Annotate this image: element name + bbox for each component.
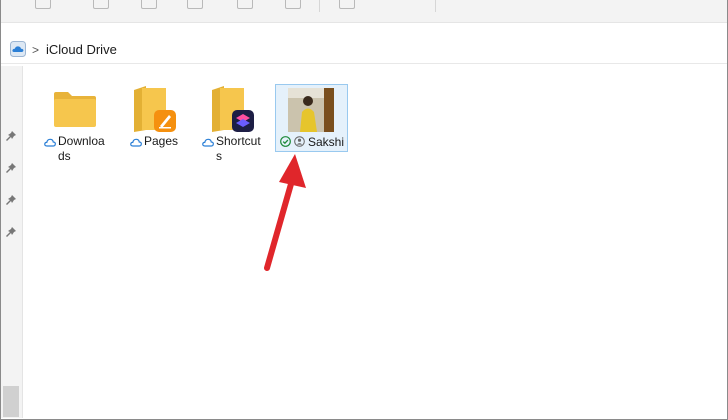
- icloud-icon: [10, 41, 26, 57]
- item-label: Shortcut: [216, 134, 261, 148]
- new-icon[interactable]: [35, 0, 51, 9]
- command-bar: [1, 0, 727, 23]
- item-label-wrap: s: [216, 149, 222, 163]
- toolbar-separator: [319, 0, 320, 12]
- folder-item-downloads[interactable]: Downloa ds: [44, 86, 110, 166]
- pin-icon[interactable]: [5, 226, 17, 238]
- folder-item-pages[interactable]: Pages: [128, 86, 188, 156]
- item-label-wrap: ds: [58, 149, 71, 163]
- folder-icon: [54, 92, 96, 127]
- sort-icon[interactable]: [339, 0, 355, 9]
- pin-icon[interactable]: [5, 130, 17, 142]
- annotation-arrow: [264, 154, 306, 271]
- shared-person-icon: [294, 136, 305, 147]
- pin-icon[interactable]: [5, 162, 17, 174]
- item-label: Pages: [144, 134, 179, 148]
- copy-icon[interactable]: [141, 0, 157, 9]
- breadcrumb-chevron[interactable]: >: [32, 43, 39, 57]
- cloud-icon: [130, 138, 142, 147]
- share-icon[interactable]: [285, 0, 301, 9]
- shortcuts-app-icon: [232, 110, 254, 132]
- breadcrumb-location[interactable]: iCloud Drive: [46, 42, 117, 57]
- scrollbar-thumb[interactable]: [3, 386, 19, 417]
- cut-icon[interactable]: [93, 0, 109, 9]
- toolbar-separator: [435, 0, 436, 12]
- item-label: Sakshi: [308, 135, 345, 149]
- navigation-pane: [1, 66, 23, 418]
- paste-icon[interactable]: [187, 0, 203, 9]
- image-item-sakshi[interactable]: Sakshi: [276, 86, 348, 150]
- pages-app-icon: [154, 110, 176, 132]
- image-thumbnail: [288, 88, 334, 132]
- synced-check-icon: [280, 136, 291, 147]
- rename-icon[interactable]: [237, 0, 253, 9]
- cloud-icon: [44, 138, 56, 147]
- item-label: Downloa: [58, 134, 105, 148]
- cloud-icon: [202, 138, 214, 147]
- pin-icon[interactable]: [5, 194, 17, 206]
